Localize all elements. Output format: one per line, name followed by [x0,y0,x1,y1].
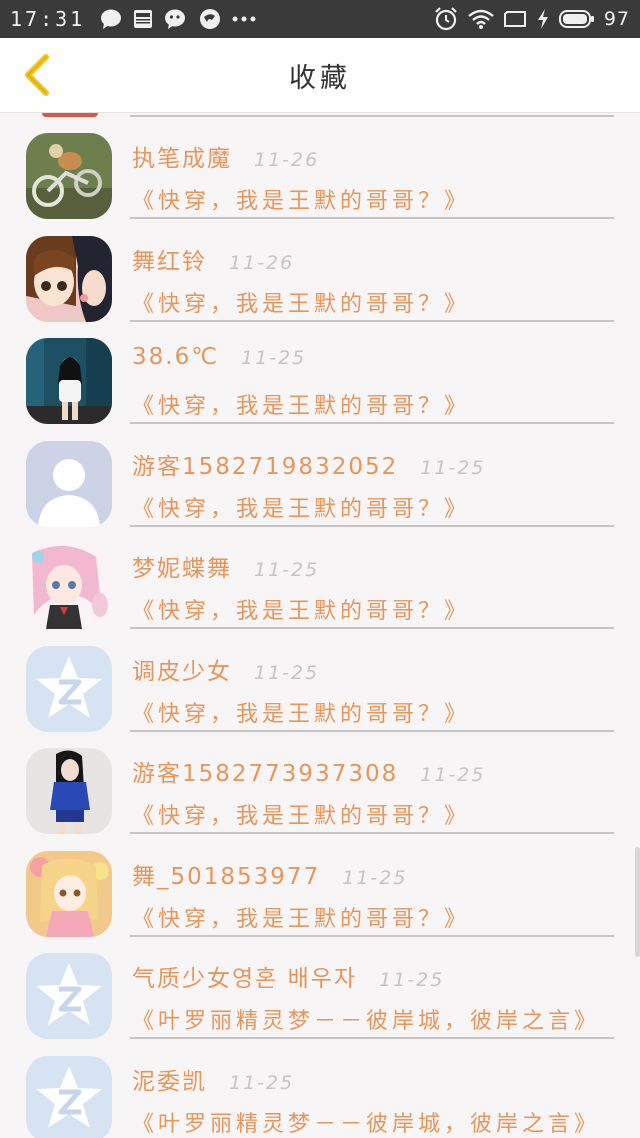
favorites-list[interactable]: 执笔成魔 11-26 《快穿，我是王默的哥哥？》 舞红铃 11-26 《快穿，我… [0,113,640,1138]
row-divider [130,832,614,834]
row-head: 泥委凯 11-25 [132,1062,294,1096]
list-item[interactable]: 执笔成魔 11-26 《快穿，我是王默的哥哥？》 [0,133,640,236]
avatar[interactable] [26,645,112,732]
row-head: 游客1582773937308 11-25 [132,754,485,788]
list-item[interactable]: 梦妮蝶舞 11-25 《快穿，我是王默的哥哥？》 [0,543,640,646]
row-divider [130,422,614,424]
list-item[interactable]: 38.6℃ 11-25 《快穿，我是王默的哥哥？》 [0,338,640,441]
header-bar: 收藏 [0,38,640,113]
book-title[interactable]: 《快穿，我是王默的哥哥？》 [132,593,470,625]
username[interactable]: 游客1582719832052 [132,447,398,481]
date: 11-25 [229,1071,295,1094]
row-head: 舞_501853977 11-25 [132,857,407,891]
row-head: 执笔成魔 11-26 [132,139,319,173]
avatar[interactable] [26,338,112,424]
avatar[interactable] [26,543,112,629]
row-divider [130,627,614,629]
avatar[interactable] [26,440,112,527]
avatar [42,113,98,117]
date: 11-26 [229,251,295,274]
alarm-clock-icon [433,6,459,32]
battery-icon [558,9,595,29]
avatar[interactable] [26,953,112,1039]
row-head: 舞红铃 11-26 [132,242,294,276]
more-dots-icon [232,15,256,23]
browser-icon [199,8,221,30]
partial-list-item [0,113,640,117]
date: 11-26 [254,149,320,171]
row-divider [130,319,614,322]
list-item[interactable]: 调皮少女 11-25 《快穿，我是王默的哥哥？》 [0,645,640,749]
book-title[interactable]: 《叶罗丽精灵梦－－彼岸城，彼岸之言》 [132,1106,600,1138]
username[interactable]: 梦妮蝶舞 [132,549,232,583]
row-head: 38.6℃ 11-25 [132,344,306,370]
row-divider [130,934,614,937]
book-title[interactable]: 《快穿，我是王默的哥哥？》 [132,696,470,728]
list-item[interactable]: 气质少女영혼 배우자 11-25 《叶罗丽精灵梦－－彼岸城，彼岸之言》 [0,953,640,1056]
date: 11-25 [379,969,445,991]
book-title[interactable]: 《快穿，我是王默的哥哥？》 [132,183,470,215]
chat-bubble-icon [100,8,122,30]
row-head: 梦妮蝶舞 11-25 [132,549,319,583]
list-rows: 执笔成魔 11-26 《快穿，我是王默的哥哥？》 舞红铃 11-26 《快穿，我… [0,133,640,1138]
date: 11-25 [254,661,320,684]
news-icon [133,9,153,29]
book-title[interactable]: 《快穿，我是王默的哥哥？》 [132,388,470,420]
wifi-icon [468,9,494,29]
list-item[interactable]: 游客1582719832052 11-25 《快穿，我是王默的哥哥？》 [0,440,640,544]
date: 11-25 [342,866,408,889]
book-title[interactable]: 《快穿，我是王默的哥哥？》 [132,798,470,830]
row-head: 调皮少女 11-25 [132,652,319,686]
avatar[interactable] [26,748,112,834]
row-divider [130,729,614,732]
username[interactable]: 舞_501853977 [132,857,320,891]
scrollbar[interactable] [635,847,640,957]
row-head: 游客1582719832052 11-25 [132,447,485,481]
back-button[interactable] [14,50,58,100]
status-left: 17:31 [10,7,256,31]
avatar[interactable] [26,850,112,937]
list-item[interactable]: 泥委凯 11-25 《叶罗丽精灵梦－－彼岸城，彼岸之言》 [0,1055,640,1138]
list-item[interactable]: 舞_501853977 11-25 《快穿，我是王默的哥哥？》 [0,850,640,954]
avatar[interactable] [26,133,112,219]
book-title[interactable]: 《快穿，我是王默的哥哥？》 [132,901,470,933]
chevron-left-icon [25,54,49,96]
screen-icon [503,10,527,28]
book-title[interactable]: 《叶罗丽精灵梦－－彼岸城，彼岸之言》 [132,1003,600,1035]
username[interactable]: 执笔成魔 [132,139,232,173]
row-divider [130,217,614,219]
username[interactable]: 游客1582773937308 [132,754,398,788]
charging-icon [536,8,550,30]
username[interactable]: 调皮少女 [132,652,232,686]
username[interactable]: 38.6℃ [132,344,219,370]
book-title[interactable]: 《快穿，我是王默的哥哥？》 [132,491,470,523]
book-title[interactable]: 《快穿，我是王默的哥哥？》 [132,286,470,318]
row-divider [130,115,614,117]
date: 11-25 [241,347,307,369]
list-item[interactable]: 舞红铃 11-26 《快穿，我是王默的哥哥？》 [0,235,640,339]
status-time: 17:31 [10,7,86,31]
date: 11-25 [420,456,486,479]
username[interactable]: 泥委凯 [132,1062,207,1096]
username[interactable]: 气质少女영혼 배우자 [132,959,357,993]
username[interactable]: 舞红铃 [132,242,207,276]
row-divider [130,524,614,527]
status-right: 97 [433,6,630,32]
wechat-icon [164,8,188,30]
row-divider [130,1037,614,1039]
status-bar: 17:31 97 [0,0,640,38]
page-title: 收藏 [289,62,351,94]
avatar[interactable] [26,235,112,322]
date: 11-25 [420,764,486,786]
list-item[interactable]: 游客1582773937308 11-25 《快穿，我是王默的哥哥？》 [0,748,640,851]
battery-level: 97 [603,8,630,30]
avatar[interactable] [26,1055,112,1138]
date: 11-25 [254,559,320,581]
row-head: 气质少女영혼 배우자 11-25 [132,959,444,993]
